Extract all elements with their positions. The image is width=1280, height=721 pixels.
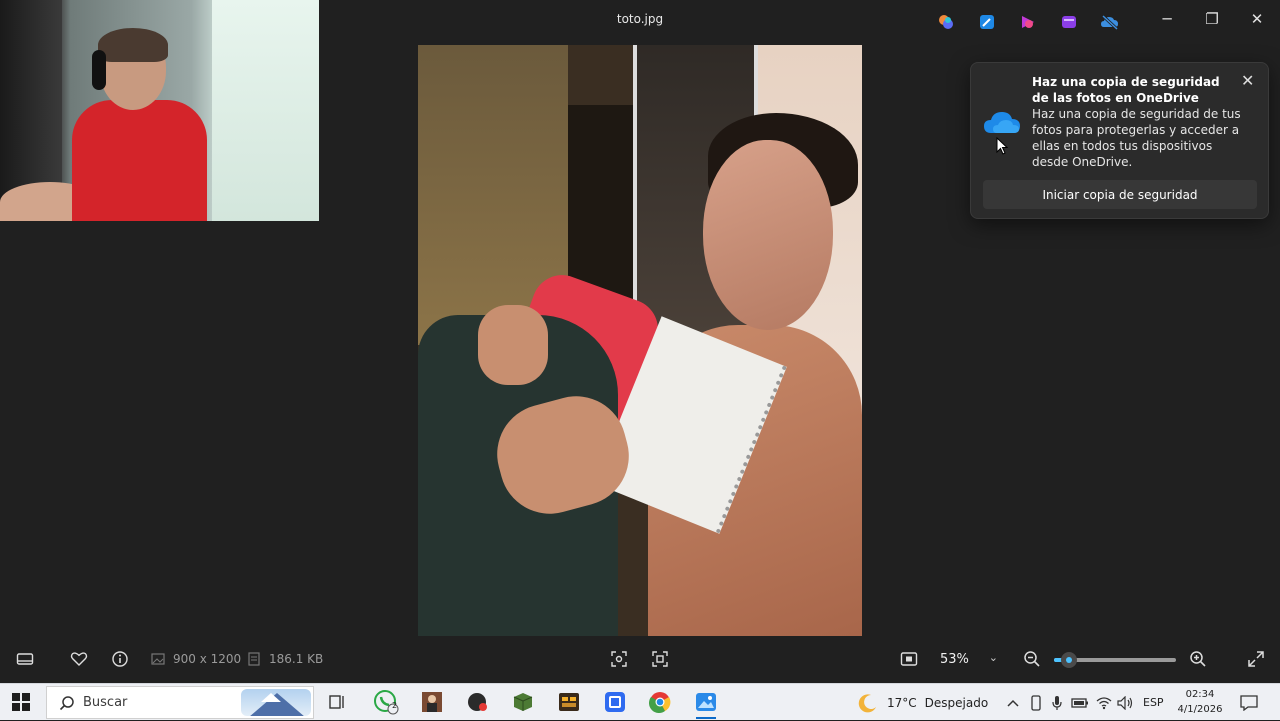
task-view-icon[interactable] [323,688,351,716]
bottom-toolbar: 900 x 1200 186.1 KB 53% ⌄ [0,637,1280,683]
phone-link-icon[interactable] [1029,684,1043,721]
onedrive-cloud-icon [984,112,1020,133]
designer-icon[interactable] [1018,12,1038,32]
photo-editor-icon[interactable] [977,12,997,32]
visual-search-icon[interactable] [651,649,669,669]
weather-temp: 17°C [887,695,917,710]
favorite-heart-icon[interactable] [70,649,88,669]
image-app-icon[interactable] [418,688,446,716]
webcam-headset [92,50,106,90]
crop-select-icon[interactable] [610,649,628,669]
chevron-down-icon: ⌄ [988,651,998,664]
volume-icon[interactable] [1117,684,1135,721]
photo-hand-pen [478,305,548,385]
notification-close-button[interactable]: ✕ [1241,71,1254,90]
moon-icon [858,693,876,712]
titlebar-toolbar [936,12,1120,32]
search-highlight-image[interactable] [241,689,311,716]
maximize-button[interactable]: ❐ [1201,10,1223,28]
dimensions-text: 900 x 1200 [173,652,242,666]
chrome-icon[interactable] [646,688,674,716]
show-hidden-icons[interactable] [1006,684,1020,721]
clipchamp-icon[interactable] [1059,12,1079,32]
taskbar-clock[interactable]: 02:34 4/1/2026 [1172,687,1228,717]
notification-center-icon[interactable] [1240,684,1258,721]
chevron-up-icon [1007,699,1019,707]
start-backup-button[interactable]: Iniciar copia de seguridad [983,180,1257,209]
file-size-text: 186.1 KB [269,652,324,666]
photos-app-window: toto.jpg ─ ❐ ✕ Haz una copia de segurida… [0,0,1280,683]
zoom-slider[interactable] [1054,652,1176,668]
file-info-icon[interactable] [111,649,129,669]
microphone-icon[interactable] [1051,684,1063,721]
notification-title: Haz una copia de seguridad de las fotos … [1032,75,1220,105]
notification-body: Haz una copia de seguridad de tus fotos … [1032,107,1241,169]
mouse-cursor-icon [996,137,1008,155]
clock-date: 4/1/2026 [1177,704,1223,715]
window-title: toto.jpg [616,12,664,26]
taskbar-search-box[interactable]: Buscar [46,686,314,719]
whatsapp-badge: 2 [392,701,398,710]
minecraft-icon[interactable] [509,688,537,716]
whatsapp-icon[interactable]: 2 [372,688,400,716]
video-editor-icon[interactable] [555,688,583,716]
webcam-person-hair [98,28,168,62]
image-dimensions: 900 x 1200 [151,649,241,669]
weather-text: Despejado [924,695,989,710]
roblox-studio-icon[interactable] [601,688,629,716]
battery-plug-icon[interactable] [1071,684,1089,721]
zoom-slider-thumb[interactable] [1060,652,1077,668]
screen-recorder-icon[interactable] [464,688,492,716]
file-size-icon [248,652,260,666]
zoom-out-icon[interactable] [1023,649,1041,669]
webcam-door [212,0,319,221]
zoom-level-dropdown[interactable]: 53% ⌄ [930,645,1006,673]
close-button[interactable]: ✕ [1246,10,1268,28]
filmstrip-toggle-icon[interactable] [16,649,34,669]
image-size-icon [151,653,165,665]
weather-widget[interactable]: 17°C Despejado [857,684,988,721]
clock-time: 02:34 [1185,689,1215,700]
file-size: 186.1 KB [248,649,323,669]
zoom-in-icon[interactable] [1189,649,1207,669]
windows-start-button[interactable] [12,693,30,711]
copilot-icon[interactable] [936,12,956,32]
photos-app-icon[interactable] [692,688,720,719]
onedrive-sync-off-icon[interactable] [1100,12,1120,32]
search-placeholder: Buscar [83,695,128,710]
photo-head [703,140,833,330]
minimize-button[interactable]: ─ [1156,10,1178,28]
displayed-photo[interactable] [418,45,862,636]
wifi-icon[interactable] [1096,684,1112,721]
windows-taskbar: Buscar 2 17°C Despejado ESP 02:34 4/1/20… [0,683,1280,720]
onedrive-backup-notification: Haz una copia de seguridad de las fotos … [970,62,1269,219]
fullscreen-icon[interactable] [1247,649,1265,669]
zoom-level-text: 53% [940,651,969,667]
language-indicator[interactable]: ESP [1143,684,1164,721]
webcam-person-shirt [72,100,207,221]
search-icon [59,696,74,711]
fit-to-window-icon[interactable] [900,649,918,669]
webcam-overlay [0,0,319,221]
